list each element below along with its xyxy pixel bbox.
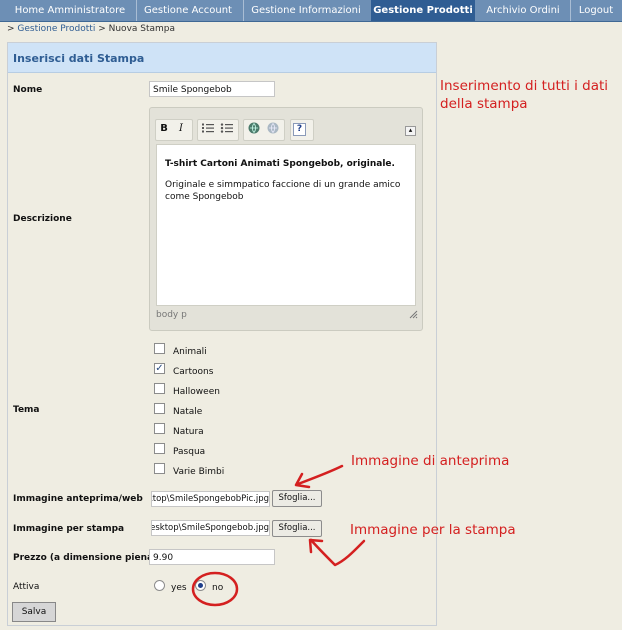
attiva-label: Attiva: [13, 582, 40, 592]
stampa-label: Immagine per stampa: [13, 524, 125, 534]
nav-archivio-ordini[interactable]: Archivio Ordini: [479, 0, 567, 21]
nav-home-amministratore[interactable]: Home Amministratore: [6, 0, 134, 21]
panel-header: Inserisci dati Stampa: [8, 43, 436, 73]
tema-animali-checkbox[interactable]: [154, 343, 165, 354]
breadcrumb-separator: >: [98, 24, 106, 34]
stampa-file-path: esktop\SmileSpongebob.jpg: [151, 523, 269, 533]
breadcrumb: > Gestione Prodotti > Nuova Stampa: [7, 24, 175, 34]
nav-gestione-prodotti[interactable]: Gestione Prodotti: [371, 0, 475, 21]
breadcrumb-link-gestione-prodotti[interactable]: Gestione Prodotti: [17, 24, 95, 34]
stampa-browse-button[interactable]: Sfoglia...: [272, 520, 322, 537]
annotation-stampa: Immagine per la stampa: [350, 522, 516, 538]
prezzo-label: Prezzo (a dimensione piena): [13, 553, 158, 563]
tema-pasqua-label: Pasqua: [173, 447, 206, 457]
nome-input[interactable]: Smile Spongebob: [149, 81, 275, 97]
nav-gestione-informazioni[interactable]: Gestione Informazioni: [245, 0, 367, 21]
anteprima-label: Immagine anteprima/web: [13, 494, 143, 504]
attiva-yes-radio[interactable]: [154, 580, 165, 591]
attiva-yes-label: yes: [171, 583, 187, 593]
resize-handle-icon[interactable]: [408, 309, 418, 319]
top-navigation: Home Amministratore Gestione Account Ges…: [0, 0, 622, 22]
anteprima-file-input[interactable]: ktop\SmileSpongebobPic.jpg: [151, 491, 270, 507]
anteprima-file-path: ktop\SmileSpongebobPic.jpg: [151, 494, 269, 504]
editor-content-area[interactable]: T-shirt Cartoni Animati Spongebob, origi…: [156, 144, 416, 306]
bold-button[interactable]: B: [156, 121, 172, 137]
help-button[interactable]: ?: [293, 123, 306, 136]
tema-label: Tema: [13, 405, 40, 415]
tema-varie-bimbi-checkbox[interactable]: [154, 463, 165, 474]
attiva-no-radio[interactable]: [195, 580, 206, 591]
tema-cartoons-label: Cartoons: [173, 367, 214, 377]
breadcrumb-prefix: >: [7, 24, 15, 34]
tema-halloween-checkbox[interactable]: [154, 383, 165, 394]
nome-label: Nome: [13, 85, 43, 95]
tema-cartoons-checkbox[interactable]: ✓: [154, 363, 165, 374]
collapse-toolbar-icon[interactable]: ▴: [405, 126, 416, 136]
nav-logout[interactable]: Logout: [574, 0, 618, 21]
nav-separator: [136, 0, 137, 21]
editor-body-text: Originale e simmpatico faccione di un gr…: [165, 180, 401, 202]
nav-gestione-account[interactable]: Gestione Account: [138, 0, 238, 21]
prezzo-input[interactable]: 9.90: [149, 549, 275, 565]
radio-selected-dot: [198, 583, 203, 588]
stampa-file-input[interactable]: esktop\SmileSpongebob.jpg: [151, 520, 270, 536]
tema-natale-label: Natale: [173, 407, 203, 417]
unordered-list-icon[interactable]: [219, 121, 235, 137]
nav-separator: [570, 0, 571, 21]
description-editor: B I ? ▴ T-shirt Cartoni Animati Spongebo…: [149, 107, 423, 331]
unlink-icon[interactable]: [265, 121, 281, 137]
nav-separator: [243, 0, 244, 21]
annotation-anteprima: Immagine di anteprima: [351, 453, 510, 469]
tema-natura-checkbox[interactable]: [154, 423, 165, 434]
tema-natale-checkbox[interactable]: [154, 403, 165, 414]
link-icon[interactable]: [246, 121, 262, 137]
tema-natura-label: Natura: [173, 427, 204, 437]
save-button[interactable]: Salva: [12, 602, 56, 622]
editor-bold-line: T-shirt Cartoni Animati Spongebob, origi…: [165, 159, 395, 169]
annotation-inserimento: Inserimento di tutti i dati della stampa: [440, 78, 609, 112]
italic-button[interactable]: I: [173, 121, 189, 137]
tema-varie-bimbi-label: Varie Bimbi: [173, 467, 225, 477]
attiva-no-label: no: [212, 583, 224, 593]
ordered-list-icon[interactable]: [200, 121, 216, 137]
editor-status-path: body p: [156, 310, 187, 320]
descrizione-label: Descrizione: [13, 214, 72, 224]
tema-halloween-label: Halloween: [173, 387, 220, 397]
anteprima-browse-button[interactable]: Sfoglia...: [272, 490, 322, 507]
tema-animali-label: Animali: [173, 347, 207, 357]
panel-title: Inserisci dati Stampa: [13, 52, 145, 65]
breadcrumb-current: Nuova Stampa: [108, 24, 176, 34]
tema-pasqua-checkbox[interactable]: [154, 443, 165, 454]
